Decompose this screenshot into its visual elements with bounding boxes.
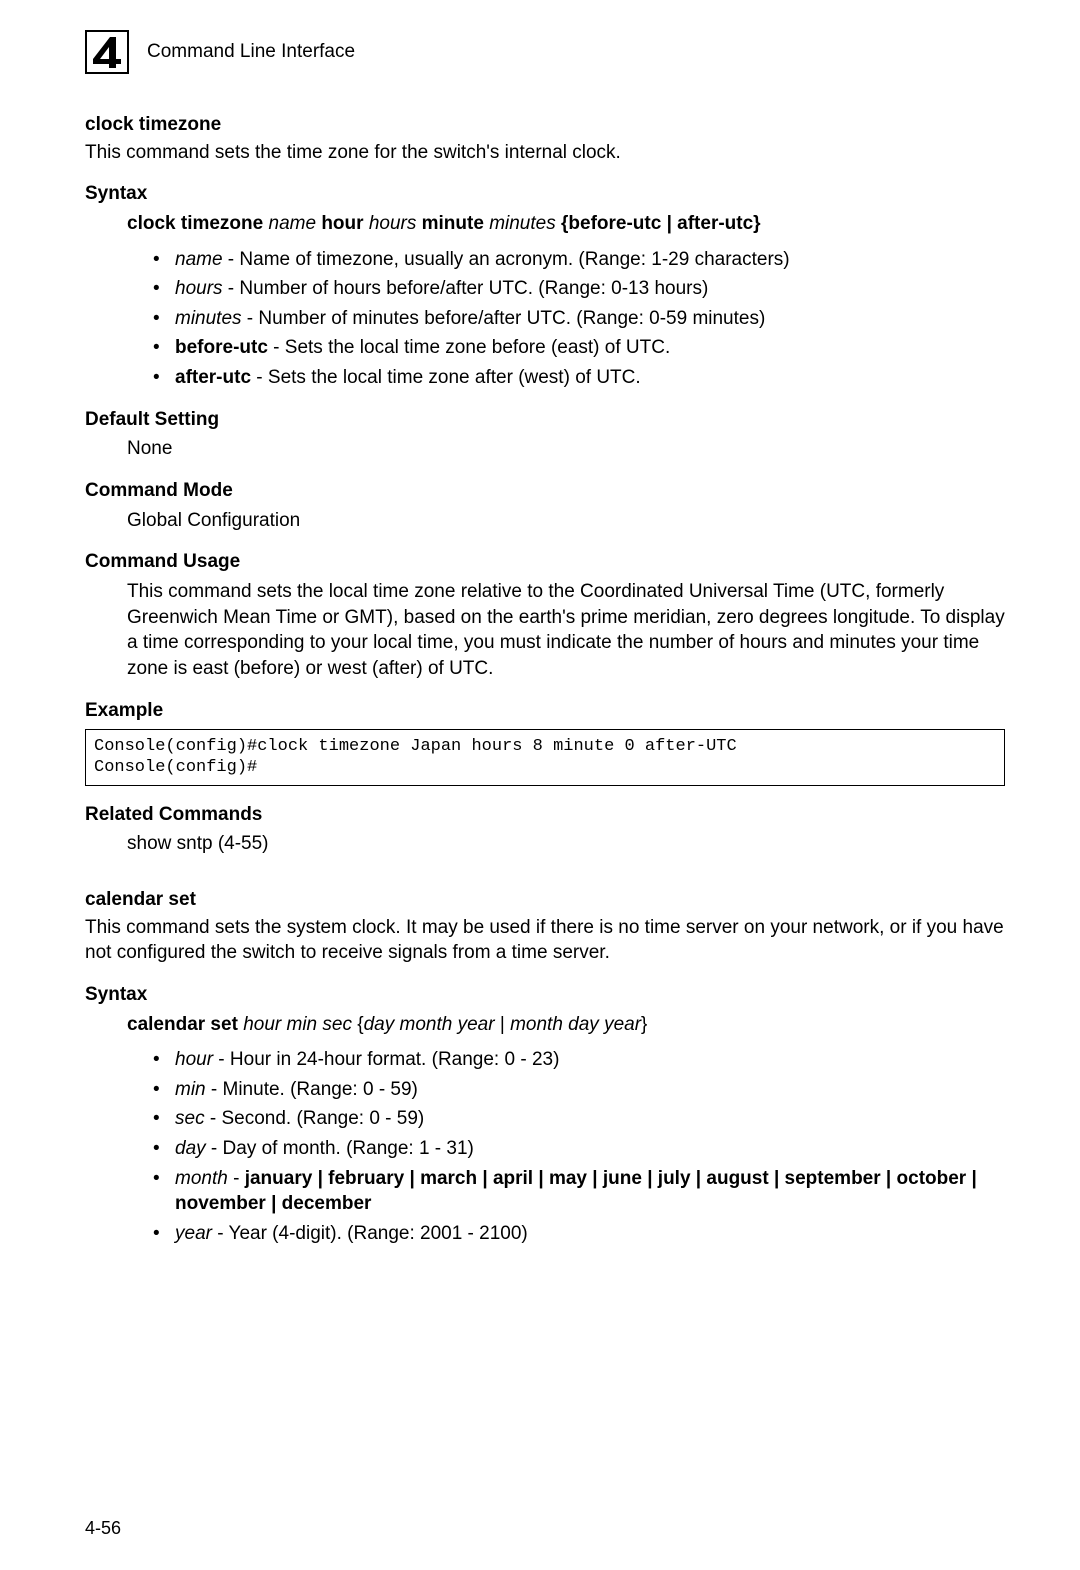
list-item: month - january | february | march | apr… <box>153 1166 1005 1217</box>
param-term: month <box>175 1168 228 1189</box>
param-desc: - Second. (Range: 0 - 59) <box>205 1108 425 1129</box>
list-item: sec - Second. (Range: 0 - 59) <box>153 1106 1005 1132</box>
command-title-clock-timezone: clock timezone <box>85 112 1005 138</box>
param-term: minutes <box>175 308 242 329</box>
param-term: hour <box>175 1049 213 1070</box>
param-list: name - Name of timezone, usually an acro… <box>153 247 1005 391</box>
param-desc: - Sets the local time zone after (west) … <box>251 367 641 388</box>
chapter-icon <box>85 30 129 74</box>
command-usage-text: This command sets the local time zone re… <box>127 579 1005 682</box>
param-term: day <box>175 1138 206 1159</box>
list-item: name - Name of timezone, usually an acro… <box>153 247 1005 273</box>
syntax-keyword: calendar set <box>127 1014 238 1035</box>
list-item: after-utc - Sets the local time zone aft… <box>153 365 1005 391</box>
page-header: Command Line Interface <box>85 30 1005 74</box>
param-options: january | february | march | april | may… <box>175 1168 977 1215</box>
example-box: Console(config)#clock timezone Japan hou… <box>85 729 1005 786</box>
list-item: year - Year (4-digit). (Range: 2001 - 21… <box>153 1221 1005 1247</box>
list-item: before-utc - Sets the local time zone be… <box>153 335 1005 361</box>
default-setting-label: Default Setting <box>85 407 1005 433</box>
chapter-number-icon <box>90 35 124 69</box>
param-desc: - Number of minutes before/after UTC. (R… <box>242 308 766 329</box>
syntax-brace: } <box>641 1014 647 1035</box>
syntax-label: Syntax <box>85 181 1005 207</box>
page-number: 4-56 <box>85 1516 121 1540</box>
header-title: Command Line Interface <box>147 39 355 65</box>
list-item: day - Day of month. (Range: 1 - 31) <box>153 1136 1005 1162</box>
example-label: Example <box>85 698 1005 724</box>
list-item: hours - Number of hours before/after UTC… <box>153 276 1005 302</box>
command-mode-value: Global Configuration <box>127 508 1005 534</box>
param-term: before-utc <box>175 337 268 358</box>
param-desc: - Name of timezone, usually an acronym. … <box>223 249 790 270</box>
syntax-pipe: | <box>495 1014 511 1035</box>
param-term: min <box>175 1079 206 1100</box>
param-desc: - Minute. (Range: 0 - 59) <box>206 1079 418 1100</box>
syntax-param: minutes <box>489 213 556 234</box>
param-list: hour - Hour in 24-hour format. (Range: 0… <box>153 1047 1005 1246</box>
default-setting-value: None <box>127 436 1005 462</box>
command-description: This command sets the time zone for the … <box>85 140 1005 166</box>
param-term: hours <box>175 278 223 299</box>
related-commands-value: show sntp (4-55) <box>127 831 1005 857</box>
syntax-param: hours <box>369 213 417 234</box>
syntax-label: Syntax <box>85 982 1005 1008</box>
list-item: min - Minute. (Range: 0 - 59) <box>153 1077 1005 1103</box>
param-term: sec <box>175 1108 205 1129</box>
param-desc: - Number of hours before/after UTC. (Ran… <box>223 278 709 299</box>
syntax-line: clock timezone name hour hours minute mi… <box>127 211 1005 237</box>
syntax-param: month day year <box>510 1014 641 1035</box>
syntax-param: day month year <box>364 1014 495 1035</box>
param-term: year <box>175 1223 212 1244</box>
param-desc: - Sets the local time zone before (east)… <box>268 337 670 358</box>
param-desc: - Day of month. (Range: 1 - 31) <box>206 1138 474 1159</box>
syntax-keyword: clock timezone <box>127 213 263 234</box>
param-term: name <box>175 249 223 270</box>
syntax-line: calendar set hour min sec {day month yea… <box>127 1012 1005 1038</box>
syntax-keyword: minute <box>422 213 484 234</box>
command-title-calendar-set: calendar set <box>85 887 1005 913</box>
command-mode-label: Command Mode <box>85 478 1005 504</box>
list-item: minutes - Number of minutes before/after… <box>153 306 1005 332</box>
param-term: after-utc <box>175 367 251 388</box>
list-item: hour - Hour in 24-hour format. (Range: 0… <box>153 1047 1005 1073</box>
syntax-keyword: hour <box>321 213 363 234</box>
param-desc: - Hour in 24-hour format. (Range: 0 - 23… <box>213 1049 559 1070</box>
param-sep: - <box>228 1168 245 1189</box>
syntax-param: name <box>269 213 317 234</box>
command-usage-label: Command Usage <box>85 549 1005 575</box>
related-commands-label: Related Commands <box>85 802 1005 828</box>
param-desc: - Year (4-digit). (Range: 2001 - 2100) <box>212 1223 528 1244</box>
syntax-keyword: {before-utc | after-utc} <box>561 213 761 234</box>
command-description: This command sets the system clock. It m… <box>85 915 1005 966</box>
syntax-param: hour min sec <box>243 1014 352 1035</box>
